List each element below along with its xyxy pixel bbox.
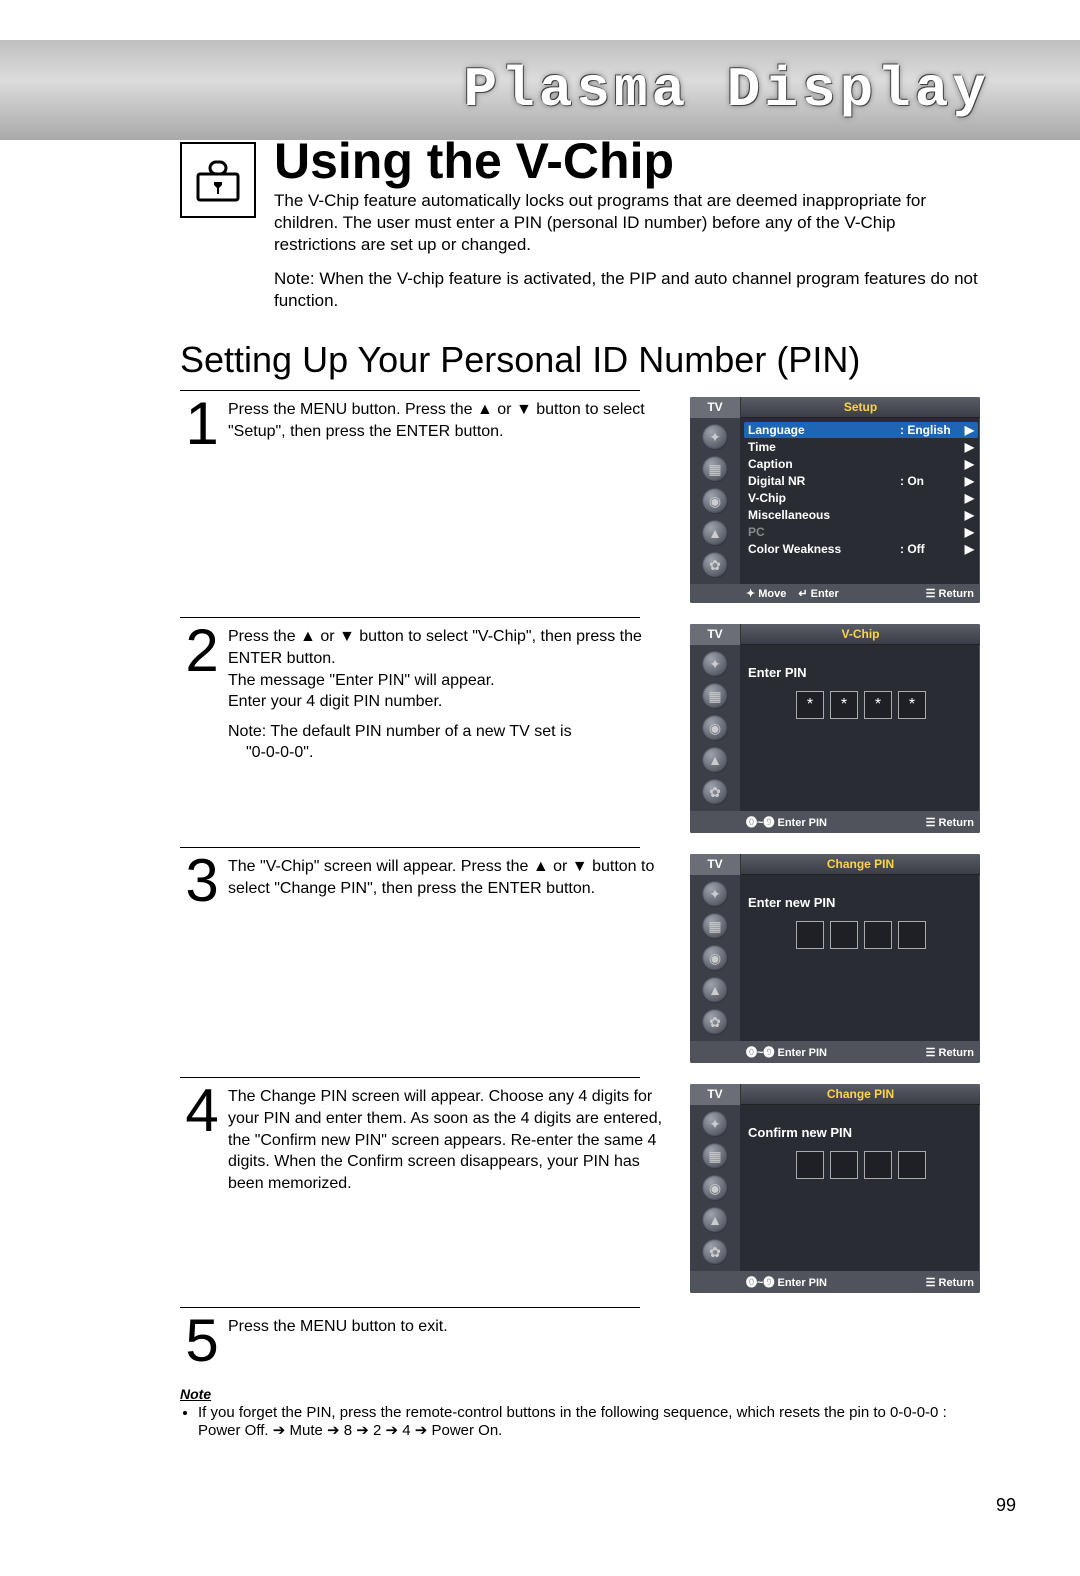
banner-title: Plasma Display bbox=[464, 58, 990, 122]
side-icon: ✿ bbox=[702, 779, 728, 805]
side-icon: ✿ bbox=[702, 1009, 728, 1035]
step-number: 3 bbox=[180, 854, 224, 1063]
footnote: Note If you forget the PIN, press the re… bbox=[180, 1386, 980, 1439]
step-3-rule bbox=[180, 847, 640, 854]
osd-footer-enterpin: ⓿~❾ Enter PIN bbox=[746, 1274, 827, 1290]
step-4-text: The Change PIN screen will appear. Choos… bbox=[228, 1084, 690, 1293]
osd-prompt: Enter PIN bbox=[748, 665, 974, 680]
side-icon: ◉ bbox=[702, 488, 728, 514]
step-3-text: The "V-Chip" screen will appear. Press t… bbox=[228, 854, 690, 1063]
osd-footer-return: ☰ Return bbox=[926, 1044, 974, 1060]
side-icon: ▦ bbox=[702, 456, 728, 482]
osd-tab-title: Change PIN bbox=[741, 854, 980, 875]
page-number: 99 bbox=[60, 1495, 1016, 1516]
side-icon: ▲ bbox=[702, 977, 728, 1003]
section-heading: Setting Up Your Personal ID Number (PIN) bbox=[180, 342, 1020, 378]
vchip-icon bbox=[180, 142, 256, 218]
osd-tab-tv: TV bbox=[690, 624, 741, 645]
side-icon: ▦ bbox=[702, 1143, 728, 1169]
side-icon: ✦ bbox=[702, 881, 728, 907]
osd-footer-return: ☰ Return bbox=[926, 1274, 974, 1290]
osd-tab-title: V-Chip bbox=[741, 624, 980, 645]
osd-row: Color Weakness: Off▶ bbox=[748, 541, 974, 557]
step-number: 2 bbox=[180, 624, 224, 833]
pin-digit bbox=[898, 1151, 926, 1179]
manual-page: Plasma Display Using the V-Chip The V-Ch… bbox=[0, 0, 1080, 1576]
osd-row: Caption▶ bbox=[748, 456, 974, 472]
pin-row bbox=[748, 1151, 974, 1179]
osd-footer-enter: ↵ Enter bbox=[798, 587, 838, 600]
osd-confirm-pin: TV Change PIN ✦ ▦ ◉ ▲ ✿ Confirm new PIN bbox=[690, 1084, 980, 1293]
osd-row: Time▶ bbox=[748, 439, 974, 455]
banner: Plasma Display bbox=[0, 40, 1080, 140]
step-5-rule bbox=[180, 1307, 640, 1314]
side-icon: ▦ bbox=[702, 683, 728, 709]
osd-setup-menu: TV Setup ✦ ▦ ◉ ▲ ✿ Language: English▶ bbox=[690, 397, 980, 603]
pin-digit bbox=[796, 1151, 824, 1179]
step-number: 4 bbox=[180, 1084, 224, 1293]
pin-digit bbox=[864, 921, 892, 949]
side-icon: ▲ bbox=[702, 747, 728, 773]
step-1-text: Press the MENU button. Press the ▲ or ▼ … bbox=[228, 397, 690, 603]
osd-footer-return: ☰ Return bbox=[926, 814, 974, 830]
side-icon: ✿ bbox=[702, 552, 728, 578]
side-icon: ◉ bbox=[702, 945, 728, 971]
osd-tab-title: Setup bbox=[741, 397, 980, 418]
osd-tab-tv: TV bbox=[690, 397, 741, 418]
osd-row: V-Chip▶ bbox=[748, 490, 974, 506]
pin-digit bbox=[864, 1151, 892, 1179]
step-2-rule bbox=[180, 617, 640, 624]
pin-digit bbox=[898, 691, 926, 719]
pin-digit bbox=[864, 691, 892, 719]
osd-row: Miscellaneous▶ bbox=[748, 507, 974, 523]
side-icon: ▲ bbox=[702, 1207, 728, 1233]
osd-change-pin: TV Change PIN ✦ ▦ ◉ ▲ ✿ Enter new PIN bbox=[690, 854, 980, 1063]
pin-digit bbox=[830, 921, 858, 949]
pin-digit bbox=[796, 921, 824, 949]
footnote-text: If you forget the PIN, press the remote-… bbox=[198, 1404, 980, 1439]
osd-prompt: Enter new PIN bbox=[748, 895, 974, 910]
osd-footer-move: ✦ Move bbox=[746, 587, 786, 600]
step-1 bbox=[180, 390, 640, 397]
pin-digit bbox=[830, 691, 858, 719]
pin-digit bbox=[796, 691, 824, 719]
side-icon: ✦ bbox=[702, 424, 728, 450]
footnote-title: Note bbox=[180, 1386, 980, 1402]
osd-tab-title: Change PIN bbox=[741, 1084, 980, 1105]
osd-footer-enterpin: ⓿~❾ Enter PIN bbox=[746, 814, 827, 830]
osd-row: Language: English▶ bbox=[744, 422, 978, 438]
side-icon: ▲ bbox=[702, 520, 728, 546]
osd-footer-return: ☰ Return bbox=[926, 587, 974, 600]
pin-row bbox=[748, 921, 974, 949]
osd-row: PC▶ bbox=[748, 524, 974, 540]
side-icon: ✿ bbox=[702, 1239, 728, 1265]
osd-tab-tv: TV bbox=[690, 1084, 741, 1105]
side-icon: ✦ bbox=[702, 1111, 728, 1137]
side-icon: ✦ bbox=[702, 651, 728, 677]
osd-enter-pin: TV V-Chip ✦ ▦ ◉ ▲ ✿ Enter PIN bbox=[690, 624, 980, 833]
header-note: Note: When the V-chip feature is activat… bbox=[274, 268, 980, 312]
step-2-text: Press the ▲ or ▼ button to select "V-Chi… bbox=[228, 624, 690, 833]
pin-digit bbox=[898, 921, 926, 949]
osd-footer-enterpin: ⓿~❾ Enter PIN bbox=[746, 1044, 827, 1060]
step-5-text: Press the MENU button to exit. bbox=[228, 1314, 690, 1368]
side-icon: ▦ bbox=[702, 913, 728, 939]
page-title: Using the V-Chip bbox=[274, 136, 1020, 186]
step-number: 5 bbox=[180, 1314, 224, 1368]
step-number: 1 bbox=[180, 397, 224, 603]
side-icon: ◉ bbox=[702, 1175, 728, 1201]
pin-row bbox=[748, 691, 974, 719]
osd-tab-tv: TV bbox=[690, 854, 741, 875]
osd-row: Digital NR: On▶ bbox=[748, 473, 974, 489]
osd-prompt: Confirm new PIN bbox=[748, 1125, 974, 1140]
intro-paragraph: The V-Chip feature automatically locks o… bbox=[274, 190, 980, 256]
pin-digit bbox=[830, 1151, 858, 1179]
step-4-rule bbox=[180, 1077, 640, 1084]
side-icon: ◉ bbox=[702, 715, 728, 741]
